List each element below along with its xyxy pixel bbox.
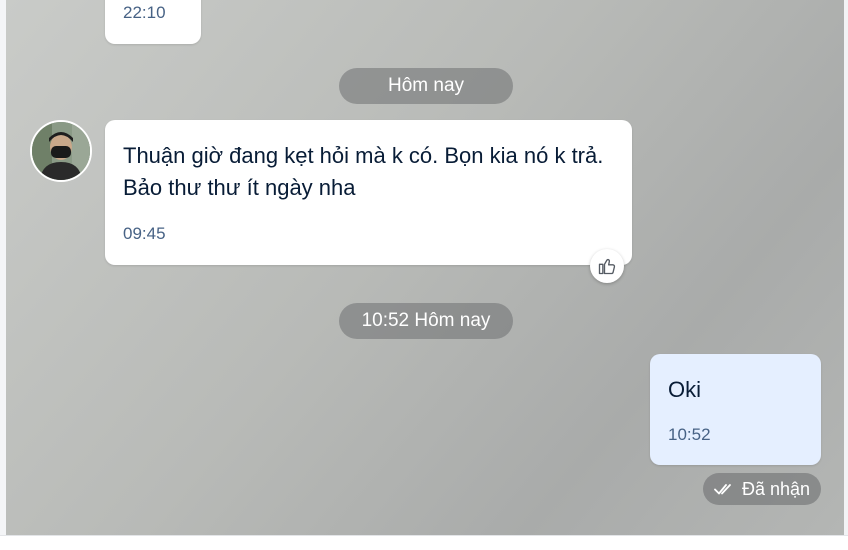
- chat-window: 22:10 Hôm nay Thuận giờ đang kẹt hỏi mà …: [0, 0, 848, 550]
- previous-message-bubble[interactable]: 22:10: [105, 0, 201, 44]
- message-time: 22:10: [123, 3, 166, 22]
- right-panel-edge: [844, 0, 848, 550]
- chat-message-area[interactable]: 22:10 Hôm nay Thuận giờ đang kẹt hỏi mà …: [6, 0, 844, 535]
- message-text: Thuận giờ đang kẹt hỏi mà k có. Bọn kia …: [123, 143, 604, 200]
- date-separator: Hôm nay: [339, 68, 513, 104]
- status-label: Đã nhận: [741, 478, 811, 499]
- user-avatar-photo: [32, 122, 90, 180]
- message-time: 10:52: [668, 425, 711, 444]
- message-text: Oki: [668, 377, 701, 402]
- message-time: 09:45: [123, 224, 166, 243]
- time-separator: 10:52 Hôm nay: [339, 303, 513, 339]
- message-input-bar[interactable]: [0, 535, 848, 550]
- sender-avatar[interactable]: [30, 120, 92, 182]
- outgoing-message-bubble[interactable]: Oki 10:52: [650, 354, 821, 465]
- message-status-badge: Đã nhận: [703, 473, 821, 505]
- incoming-message-bubble[interactable]: Thuận giờ đang kẹt hỏi mà k có. Bọn kia …: [105, 120, 632, 265]
- thumbs-up-icon: [598, 258, 616, 275]
- double-check-icon: [714, 484, 731, 495]
- reaction-button[interactable]: [590, 249, 624, 283]
